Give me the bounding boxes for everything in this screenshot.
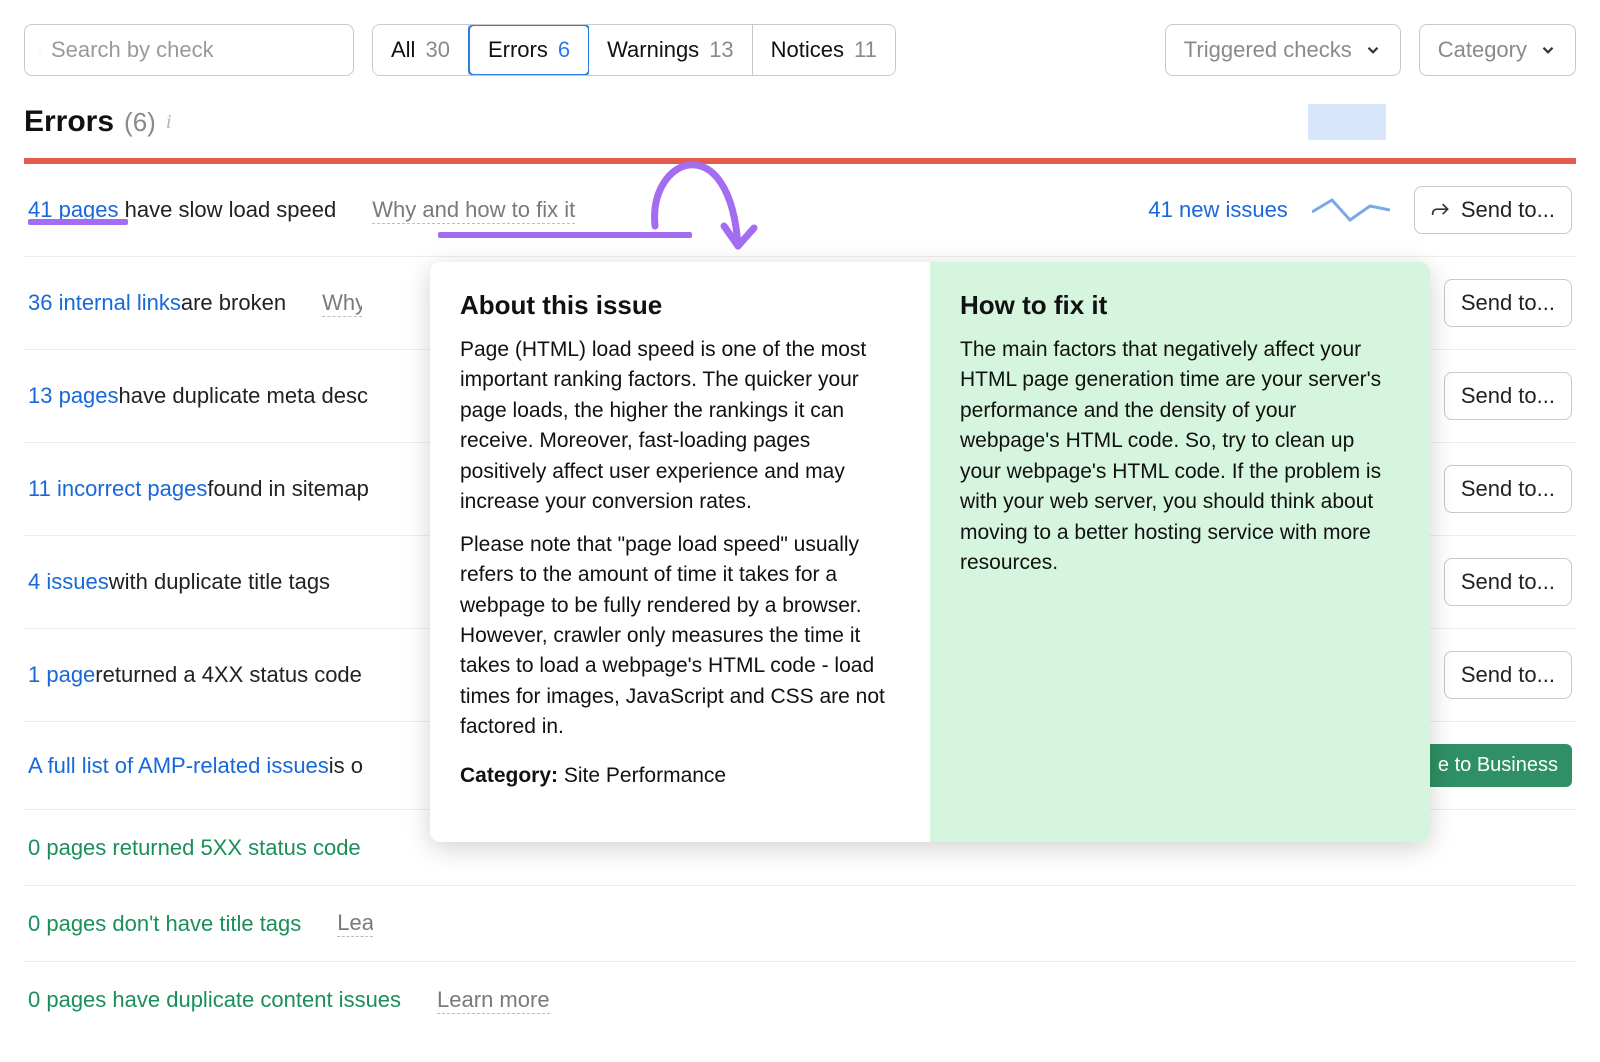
issue-link[interactable]: 0 pages don't have title tags bbox=[28, 911, 301, 937]
issue-text: are broken bbox=[181, 290, 286, 316]
issue-row: 0 pages have duplicate content issues Le… bbox=[24, 962, 1576, 1038]
send-to-label: Send to... bbox=[1461, 290, 1555, 316]
issue-text: returned a 4XX status code bbox=[95, 662, 362, 688]
send-to-button[interactable]: Send to... bbox=[1444, 279, 1572, 327]
tab-notices-count: 11 bbox=[854, 37, 877, 63]
send-to-button[interactable]: Send to... bbox=[1444, 372, 1572, 420]
chevron-down-icon bbox=[1539, 41, 1557, 59]
tab-notices-label: Notices bbox=[771, 37, 844, 63]
info-icon[interactable]: i bbox=[166, 111, 172, 134]
fix-title: How to fix it bbox=[960, 290, 1400, 321]
toolbar: All 30 Errors 6 Warnings 13 Notices 11 T… bbox=[24, 24, 1576, 76]
annotation-arrow bbox=[640, 116, 770, 266]
tab-notices[interactable]: Notices 11 bbox=[753, 25, 895, 75]
send-to-button[interactable]: Send to... bbox=[1444, 651, 1572, 699]
category-line: Category: Site Performance bbox=[460, 761, 900, 791]
issue-detail-popover: About this issue Page (HTML) load speed … bbox=[430, 262, 1430, 842]
send-to-label: Send to... bbox=[1461, 383, 1555, 409]
tab-all-label: All bbox=[391, 37, 415, 63]
send-to-label: Send to... bbox=[1461, 662, 1555, 688]
section-heading: Errors (6) i bbox=[24, 104, 1576, 140]
about-title: About this issue bbox=[460, 290, 900, 321]
learn-more-link[interactable]: Learn more bbox=[337, 910, 373, 937]
issue-link[interactable]: 0 pages have duplicate content issues bbox=[28, 987, 401, 1013]
tab-errors[interactable]: Errors 6 bbox=[468, 24, 590, 76]
issue-link[interactable]: 4 issues bbox=[28, 569, 109, 595]
search-icon bbox=[39, 40, 41, 60]
about-paragraph: Please note that "page load speed" usual… bbox=[460, 530, 900, 743]
issue-text: have duplicate meta desc bbox=[119, 383, 369, 409]
why-how-fix-link[interactable]: Why and how to fix it bbox=[372, 197, 575, 224]
category-dropdown[interactable]: Category bbox=[1419, 24, 1576, 76]
about-paragraph: Page (HTML) load speed is one of the mos… bbox=[460, 335, 900, 518]
severity-tabs: All 30 Errors 6 Warnings 13 Notices 11 bbox=[372, 24, 896, 76]
send-to-label: Send to... bbox=[1461, 197, 1555, 223]
send-to-label: Send to... bbox=[1461, 569, 1555, 595]
tab-all-count: 30 bbox=[425, 37, 449, 63]
new-issues-link[interactable]: 41 new issues bbox=[1148, 197, 1287, 223]
heading-count: (6) bbox=[124, 107, 156, 138]
issue-link[interactable]: 36 internal links bbox=[28, 290, 181, 316]
send-to-button[interactable]: Send to... bbox=[1414, 186, 1572, 234]
chevron-down-icon bbox=[1364, 41, 1382, 59]
tab-errors-count: 6 bbox=[558, 37, 570, 63]
fix-body: The main factors that negatively affect … bbox=[960, 335, 1400, 579]
popover-fix-panel: How to fix it The main factors that nega… bbox=[930, 262, 1430, 842]
send-to-button[interactable]: Send to... bbox=[1444, 465, 1572, 513]
category-label: Category bbox=[1438, 37, 1527, 63]
send-to-button[interactable]: Send to... bbox=[1444, 558, 1572, 606]
issue-row: 0 pages don't have title tags Learn more bbox=[24, 886, 1576, 962]
upgrade-business-button[interactable]: e to Business bbox=[1424, 744, 1572, 787]
triggered-checks-label: Triggered checks bbox=[1184, 37, 1352, 63]
issue-link[interactable]: 11 incorrect pages bbox=[28, 476, 207, 502]
learn-more-link[interactable]: Learn more bbox=[437, 987, 550, 1014]
search-input[interactable] bbox=[51, 37, 339, 63]
issue-text: have slow load speed bbox=[119, 197, 337, 222]
sparkline-summary bbox=[1308, 104, 1386, 140]
category-label: Category: bbox=[460, 764, 558, 787]
heading-title: Errors bbox=[24, 105, 114, 139]
popover-about-panel: About this issue Page (HTML) load speed … bbox=[430, 262, 930, 842]
tab-errors-label: Errors bbox=[488, 37, 548, 63]
share-icon bbox=[1431, 200, 1451, 220]
tab-all[interactable]: All 30 bbox=[373, 25, 469, 75]
send-to-label: Send to... bbox=[1461, 476, 1555, 502]
issue-link[interactable]: 0 pages returned 5XX status code bbox=[28, 835, 361, 861]
issue-link[interactable]: 1 page bbox=[28, 662, 95, 688]
triggered-checks-dropdown[interactable]: Triggered checks bbox=[1165, 24, 1401, 76]
issue-text: with duplicate title tags bbox=[109, 569, 330, 595]
issue-text: is o bbox=[329, 753, 363, 779]
category-value: Site Performance bbox=[558, 764, 726, 787]
why-how-fix-link[interactable]: Why and how to fix it bbox=[322, 290, 362, 317]
tab-warnings-label: Warnings bbox=[607, 37, 699, 63]
issue-text: found in sitemap bbox=[207, 476, 368, 502]
issue-link[interactable]: 13 pages bbox=[28, 383, 119, 409]
sparkline bbox=[1312, 192, 1390, 228]
issue-row: 41 pages have slow load speed Why and ho… bbox=[24, 164, 1576, 257]
issue-link[interactable]: A full list of AMP-related issues bbox=[28, 753, 329, 779]
search-box[interactable] bbox=[24, 24, 354, 76]
tab-warnings[interactable]: Warnings 13 bbox=[589, 25, 753, 75]
tab-warnings-count: 13 bbox=[709, 37, 733, 63]
